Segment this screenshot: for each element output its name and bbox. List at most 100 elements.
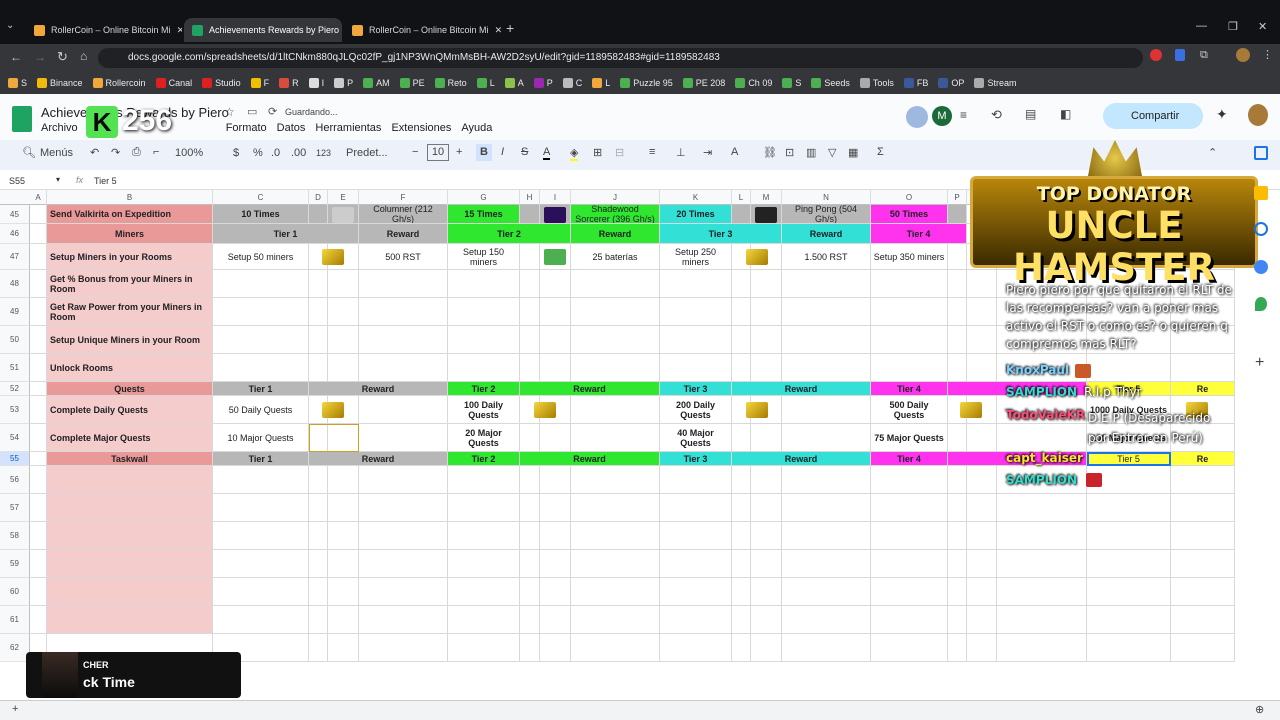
grid-cell[interactable] (871, 634, 948, 662)
reload-icon[interactable]: ↻ (57, 49, 68, 65)
grid-cell[interactable] (967, 494, 997, 522)
grid-cell[interactable] (948, 466, 967, 494)
grid-cell[interactable] (213, 550, 309, 578)
grid-cell[interactable] (213, 354, 309, 382)
tier-header-cell[interactable]: Tier 3 (660, 452, 732, 466)
grid-cell[interactable] (359, 354, 448, 382)
grid-cell[interactable] (328, 494, 359, 522)
grid-cell[interactable] (448, 298, 520, 326)
grid-cell[interactable] (967, 578, 997, 606)
tier-requirement-cell[interactable]: 20 Times (660, 205, 732, 224)
bold-button[interactable]: B (476, 144, 492, 161)
bookmark-item[interactable]: L (476, 78, 495, 88)
grid-cell[interactable] (1087, 494, 1171, 522)
grid-cell[interactable] (871, 466, 948, 494)
grid-cell[interactable] (309, 205, 328, 224)
grid-cell[interactable] (948, 354, 967, 382)
grid-cell[interactable] (967, 466, 997, 494)
move-folder-icon[interactable]: ▭ (247, 105, 257, 118)
grid-cell[interactable] (540, 578, 571, 606)
percent-format[interactable]: % (253, 147, 263, 159)
reward-header-cell[interactable]: Reward (571, 224, 660, 244)
grid-cell[interactable] (997, 550, 1087, 578)
account-avatar[interactable] (1248, 104, 1268, 126)
grid-cell[interactable] (967, 634, 997, 662)
tier-requirement-cell[interactable]: 500 Daily Quests (871, 396, 948, 424)
column-header[interactable]: F (359, 190, 448, 205)
grid-cell[interactable] (782, 354, 871, 382)
grid-cell[interactable] (571, 522, 660, 550)
grid-cell[interactable] (448, 326, 520, 354)
reward-cell[interactable]: Ping Pong (504 Gh/s) (782, 205, 871, 224)
task-label-cell[interactable]: Complete Major Quests (47, 424, 213, 452)
grid-cell[interactable] (782, 270, 871, 298)
grid-cell[interactable] (732, 578, 751, 606)
bookmark-item[interactable]: Tools (859, 78, 894, 88)
task-label-cell[interactable]: Complete Daily Quests (47, 396, 213, 424)
grid-cell[interactable] (520, 466, 540, 494)
grid-cell[interactable] (520, 606, 540, 634)
close-window-icon[interactable]: ✕ (1258, 20, 1267, 33)
back-icon[interactable]: ← (10, 50, 22, 64)
grid-cell[interactable] (871, 522, 948, 550)
font-size-increase[interactable]: + (456, 146, 462, 158)
grid-cell[interactable] (967, 606, 997, 634)
tier-header-cell[interactable]: Tier 4 (871, 382, 948, 396)
grid-cell[interactable] (1171, 578, 1235, 606)
sheets-logo-icon[interactable] (12, 106, 32, 132)
grid-cell[interactable] (309, 634, 328, 662)
grid-cell[interactable] (660, 578, 732, 606)
grid-cell[interactable] (751, 606, 782, 634)
grid-cell[interactable] (1171, 606, 1235, 634)
minimize-icon[interactable]: — (1196, 20, 1207, 32)
grid-cell[interactable] (948, 205, 967, 224)
grid-cell[interactable] (213, 466, 309, 494)
search-menus[interactable]: Menús (40, 147, 73, 159)
bookmark-item[interactable]: FB (903, 78, 928, 88)
column-header[interactable]: N (782, 190, 871, 205)
section-header-cell[interactable]: Miners (47, 224, 213, 244)
grid-cell[interactable] (782, 396, 871, 424)
grid-cell[interactable] (571, 466, 660, 494)
tier-header-cell[interactable]: Tier 4 (871, 452, 948, 466)
grid-cell[interactable] (871, 298, 948, 326)
print-icon[interactable]: ⎙ (132, 146, 141, 159)
grid-cell[interactable] (732, 326, 751, 354)
gemini-icon[interactable]: ✦ (1216, 106, 1228, 123)
home-icon[interactable]: ⌂ (80, 49, 87, 63)
tier-header-cell[interactable]: Tier 4 (871, 224, 967, 244)
task-label-cell[interactable]: Get Raw Power from your Miners in Room (47, 298, 213, 326)
grid-cell[interactable] (751, 298, 782, 326)
grid-cell[interactable] (213, 298, 309, 326)
grid-cell[interactable] (448, 578, 520, 606)
grid-cell[interactable] (359, 494, 448, 522)
column-header[interactable]: J (571, 190, 660, 205)
bookmark-item[interactable]: Seeds (811, 78, 850, 88)
task-label-cell[interactable] (47, 466, 213, 494)
tasks-icon[interactable] (1254, 222, 1268, 236)
grid-cell[interactable] (30, 244, 47, 270)
grid-cell[interactable] (751, 494, 782, 522)
grid-cell[interactable] (520, 298, 540, 326)
grid-cell[interactable] (732, 466, 751, 494)
grid-cell[interactable] (520, 244, 540, 270)
tier-header-cell[interactable]: Tier 1 (213, 452, 309, 466)
menu-formato[interactable]: Formato (226, 122, 267, 134)
number-format[interactable]: 123 (316, 148, 331, 158)
undo-icon[interactable]: ↶ (90, 146, 99, 159)
grid-cell[interactable] (30, 494, 47, 522)
grid-cell[interactable] (520, 522, 540, 550)
star-icon[interactable]: ☆ (224, 105, 235, 119)
maps-icon[interactable] (1255, 297, 1267, 311)
grid-cell[interactable] (732, 205, 751, 224)
close-icon[interactable]: ✕ (177, 25, 182, 36)
bookmark-item[interactable]: PE 208 (682, 78, 725, 88)
grid-cell[interactable] (967, 354, 997, 382)
reward-header-cell[interactable]: Reward (732, 452, 871, 466)
grid-cell[interactable] (782, 424, 871, 452)
row-header[interactable]: 55 (0, 452, 30, 466)
task-label-cell[interactable] (47, 550, 213, 578)
row-header[interactable]: 52 (0, 382, 30, 396)
grid-cell[interactable] (1171, 522, 1235, 550)
grid-cell[interactable] (997, 578, 1087, 606)
